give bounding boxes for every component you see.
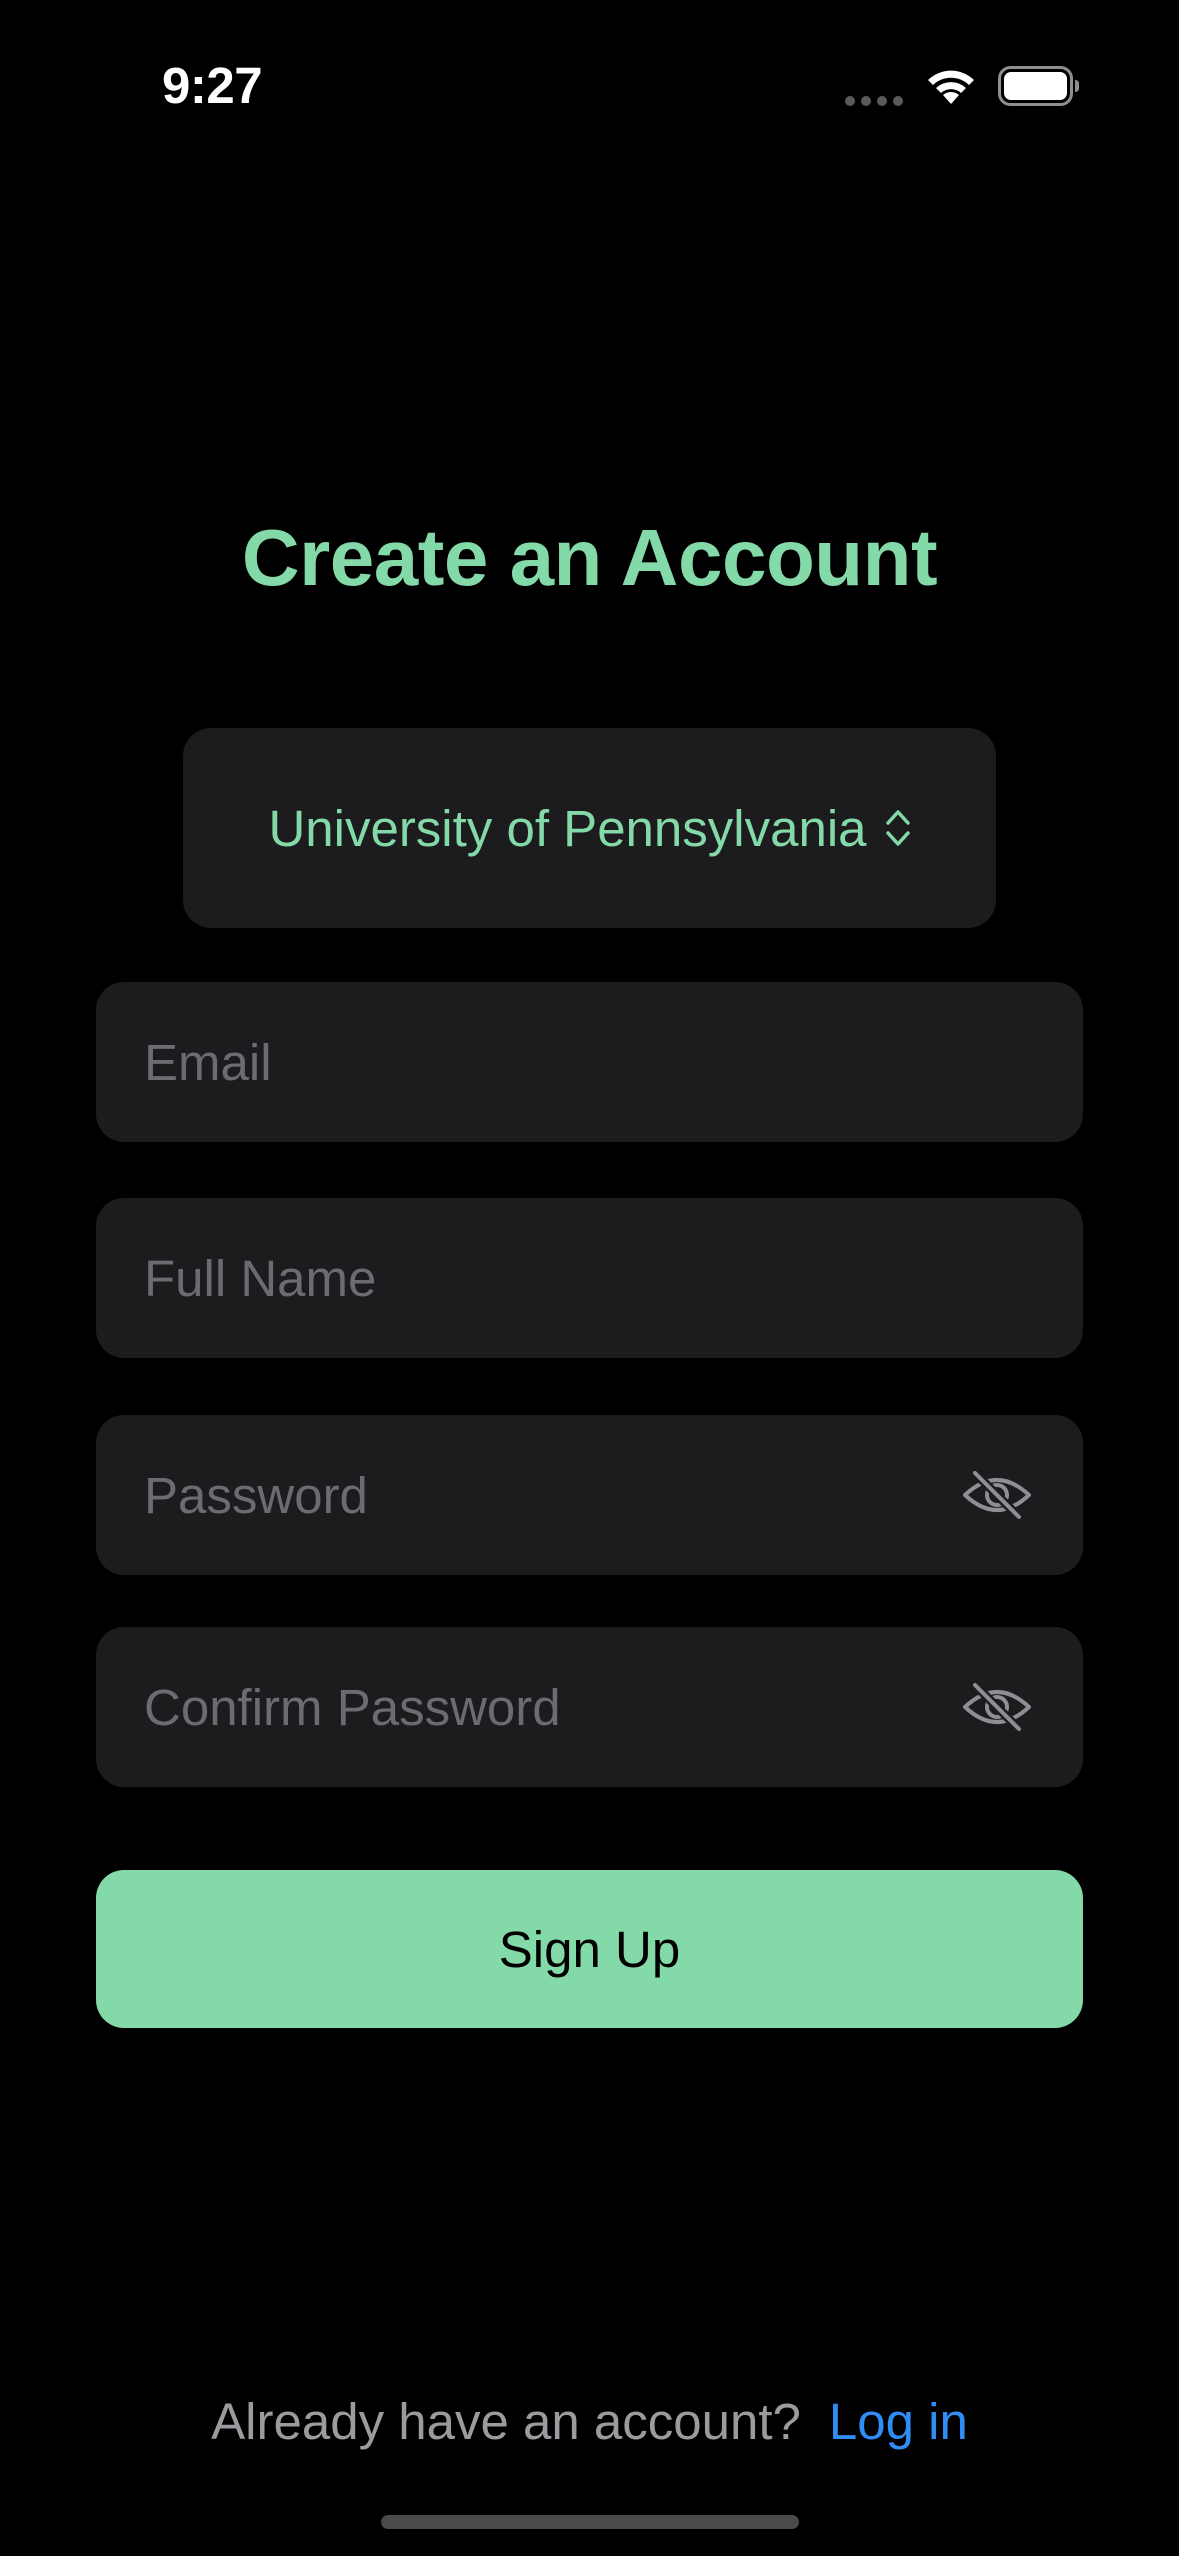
confirm-password-field-container: [96, 1627, 1083, 1787]
chevron-up-down-icon: [885, 810, 910, 846]
email-field-container: [96, 982, 1083, 1142]
sign-up-button[interactable]: Sign Up: [96, 1870, 1083, 2028]
password-field-container: [96, 1415, 1083, 1575]
full-name-field[interactable]: [144, 1198, 944, 1358]
wifi-icon: [928, 70, 974, 104]
confirm-password-field[interactable]: [144, 1627, 944, 1787]
eye-slash-icon[interactable]: [961, 1681, 1033, 1733]
email-field[interactable]: [144, 982, 944, 1142]
status-time: 9:27: [162, 57, 263, 114]
cellular-dots-icon: [845, 96, 905, 106]
university-picker-label: University of Pennsylvania: [268, 799, 867, 857]
login-link[interactable]: Log in: [829, 2393, 968, 2450]
university-picker[interactable]: University of Pennsylvania: [183, 728, 996, 928]
password-field[interactable]: [144, 1415, 944, 1575]
full-name-field-container: [96, 1198, 1083, 1358]
page-title: Create an Account: [241, 513, 938, 602]
battery-icon: [998, 66, 1079, 106]
login-prompt-text: Already have an account?: [211, 2393, 801, 2450]
eye-slash-icon[interactable]: [961, 1469, 1033, 1521]
home-indicator[interactable]: [381, 2515, 799, 2529]
login-prompt: Already have an account? Log in: [0, 2392, 1179, 2451]
